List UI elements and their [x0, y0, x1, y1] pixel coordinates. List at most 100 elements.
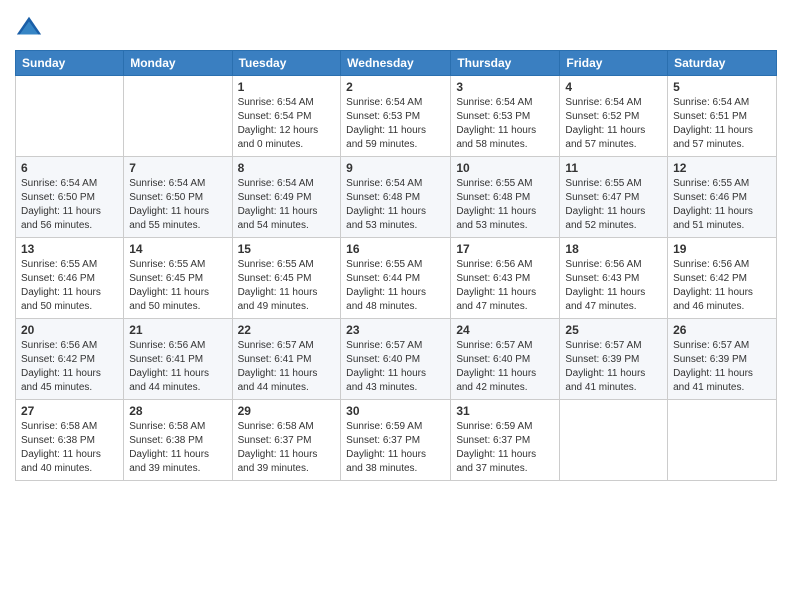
day-detail: Sunrise: 6:56 AMSunset: 6:43 PMDaylight:… — [456, 258, 554, 314]
day-cell: 30Sunrise: 6:59 AMSunset: 6:37 PMDayligh… — [341, 400, 451, 481]
header-cell-sunday: Sunday — [16, 51, 124, 76]
day-cell: 13 Sunrise: 6:55 AMSunset: 6:46 PMDayligh… — [16, 238, 124, 319]
day-number: 7 — [129, 161, 226, 175]
day-detail: Sunrise: 6:58 AMSunset: 6:38 PMDaylight:… — [129, 420, 226, 476]
day-cell: 25Sunrise: 6:57 AMSunset: 6:39 PMDayligh… — [560, 319, 668, 400]
header — [15, 10, 777, 42]
day-detail: Sunrise: 6:57 AMSunset: 6:40 PMDaylight:… — [456, 339, 554, 395]
day-detail: Sunrise: 6:54 AMSunset: 6:53 PMDaylight:… — [346, 96, 445, 152]
day-number: 26 — [673, 323, 771, 337]
day-number: 14 — [129, 242, 226, 256]
day-cell — [16, 76, 124, 157]
day-cell: 27 Sunrise: 6:58 AMSunset: 6:38 PMDayligh… — [16, 400, 124, 481]
day-number: 29 — [238, 404, 336, 418]
day-number: 12 — [673, 161, 771, 175]
day-detail: Sunrise: 6:55 AMSunset: 6:44 PMDaylight:… — [346, 258, 445, 314]
day-cell — [668, 400, 777, 481]
day-number: 30 — [346, 404, 445, 418]
day-number: 11 — [565, 161, 662, 175]
day-cell: 29 Sunrise: 6:58 AMSunset: 6:37 PMDayligh… — [232, 400, 341, 481]
day-cell: 11 Sunrise: 6:55 AMSunset: 6:47 PMDayligh… — [560, 157, 668, 238]
day-cell: 4 Sunrise: 6:54 AMSunset: 6:52 PMDaylight… — [560, 76, 668, 157]
header-cell-saturday: Saturday — [668, 51, 777, 76]
day-cell: 19 Sunrise: 6:56 AMSunset: 6:42 PMDayligh… — [668, 238, 777, 319]
day-cell — [560, 400, 668, 481]
day-number: 28 — [129, 404, 226, 418]
header-cell-friday: Friday — [560, 51, 668, 76]
day-number: 17 — [456, 242, 554, 256]
day-number: 15 — [238, 242, 336, 256]
day-number: 27 — [21, 404, 118, 418]
logo-icon — [15, 14, 43, 42]
day-number: 31 — [456, 404, 554, 418]
day-number: 8 — [238, 161, 336, 175]
day-number: 13 — [21, 242, 118, 256]
day-cell: 21 Sunrise: 6:56 AMSunset: 6:41 PMDayligh… — [124, 319, 232, 400]
day-cell: 15 Sunrise: 6:55 AMSunset: 6:45 PMDayligh… — [232, 238, 341, 319]
header-row: SundayMondayTuesdayWednesdayThursdayFrid… — [16, 51, 777, 76]
day-detail: Sunrise: 6:58 AMSunset: 6:38 PMDaylight:… — [21, 420, 118, 476]
week-row-5: 27 Sunrise: 6:58 AMSunset: 6:38 PMDayligh… — [16, 400, 777, 481]
day-cell: 26 Sunrise: 6:57 AMSunset: 6:39 PMDayligh… — [668, 319, 777, 400]
day-cell: 31Sunrise: 6:59 AMSunset: 6:37 PMDayligh… — [451, 400, 560, 481]
day-number: 3 — [456, 80, 554, 94]
day-cell: 18Sunrise: 6:56 AMSunset: 6:43 PMDayligh… — [560, 238, 668, 319]
day-number: 10 — [456, 161, 554, 175]
day-detail: Sunrise: 6:54 AMSunset: 6:50 PMDaylight:… — [21, 177, 118, 233]
day-cell: 7 Sunrise: 6:54 AMSunset: 6:50 PMDaylight… — [124, 157, 232, 238]
day-detail: Sunrise: 6:56 AMSunset: 6:42 PMDaylight:… — [21, 339, 118, 395]
day-number: 9 — [346, 161, 445, 175]
day-detail: Sunrise: 6:54 AMSunset: 6:52 PMDaylight:… — [565, 96, 662, 152]
day-detail: Sunrise: 6:55 AMSunset: 6:45 PMDaylight:… — [129, 258, 226, 314]
day-detail: Sunrise: 6:56 AMSunset: 6:41 PMDaylight:… — [129, 339, 226, 395]
day-cell: 22 Sunrise: 6:57 AMSunset: 6:41 PMDayligh… — [232, 319, 341, 400]
day-detail: Sunrise: 6:54 AMSunset: 6:54 PMDaylight:… — [238, 96, 336, 152]
day-detail: Sunrise: 6:55 AMSunset: 6:45 PMDaylight:… — [238, 258, 336, 314]
day-detail: Sunrise: 6:57 AMSunset: 6:41 PMDaylight:… — [238, 339, 336, 395]
day-detail: Sunrise: 6:54 AMSunset: 6:53 PMDaylight:… — [456, 96, 554, 152]
day-cell: 5 Sunrise: 6:54 AMSunset: 6:51 PMDaylight… — [668, 76, 777, 157]
day-detail: Sunrise: 6:55 AMSunset: 6:46 PMDaylight:… — [673, 177, 771, 233]
day-cell: 8Sunrise: 6:54 AMSunset: 6:49 PMDaylight… — [232, 157, 341, 238]
day-detail: Sunrise: 6:54 AMSunset: 6:50 PMDaylight:… — [129, 177, 226, 233]
header-cell-tuesday: Tuesday — [232, 51, 341, 76]
day-detail: Sunrise: 6:57 AMSunset: 6:40 PMDaylight:… — [346, 339, 445, 395]
day-number: 5 — [673, 80, 771, 94]
week-row-3: 13 Sunrise: 6:55 AMSunset: 6:46 PMDayligh… — [16, 238, 777, 319]
day-cell: 2Sunrise: 6:54 AMSunset: 6:53 PMDaylight… — [341, 76, 451, 157]
day-cell: 28 Sunrise: 6:58 AMSunset: 6:38 PMDayligh… — [124, 400, 232, 481]
day-detail: Sunrise: 6:56 AMSunset: 6:43 PMDaylight:… — [565, 258, 662, 314]
week-row-2: 6Sunrise: 6:54 AMSunset: 6:50 PMDaylight… — [16, 157, 777, 238]
day-number: 19 — [673, 242, 771, 256]
day-detail: Sunrise: 6:55 AMSunset: 6:46 PMDaylight:… — [21, 258, 118, 314]
day-detail: Sunrise: 6:54 AMSunset: 6:51 PMDaylight:… — [673, 96, 771, 152]
day-number: 4 — [565, 80, 662, 94]
day-number: 21 — [129, 323, 226, 337]
day-detail: Sunrise: 6:57 AMSunset: 6:39 PMDaylight:… — [565, 339, 662, 395]
day-cell: 3 Sunrise: 6:54 AMSunset: 6:53 PMDaylight… — [451, 76, 560, 157]
day-cell: 17 Sunrise: 6:56 AMSunset: 6:43 PMDayligh… — [451, 238, 560, 319]
day-detail: Sunrise: 6:55 AMSunset: 6:48 PMDaylight:… — [456, 177, 554, 233]
day-detail: Sunrise: 6:57 AMSunset: 6:39 PMDaylight:… — [673, 339, 771, 395]
day-cell: 12 Sunrise: 6:55 AMSunset: 6:46 PMDayligh… — [668, 157, 777, 238]
header-cell-monday: Monday — [124, 51, 232, 76]
page: SundayMondayTuesdayWednesdayThursdayFrid… — [0, 0, 792, 612]
week-row-1: 1Sunrise: 6:54 AMSunset: 6:54 PMDaylight… — [16, 76, 777, 157]
day-cell — [124, 76, 232, 157]
day-detail: Sunrise: 6:56 AMSunset: 6:42 PMDaylight:… — [673, 258, 771, 314]
day-cell: 1Sunrise: 6:54 AMSunset: 6:54 PMDaylight… — [232, 76, 341, 157]
day-cell: 6Sunrise: 6:54 AMSunset: 6:50 PMDaylight… — [16, 157, 124, 238]
day-number: 24 — [456, 323, 554, 337]
calendar-table: SundayMondayTuesdayWednesdayThursdayFrid… — [15, 50, 777, 481]
day-number: 22 — [238, 323, 336, 337]
logo — [15, 10, 45, 42]
day-number: 20 — [21, 323, 118, 337]
day-detail: Sunrise: 6:54 AMSunset: 6:48 PMDaylight:… — [346, 177, 445, 233]
day-detail: Sunrise: 6:58 AMSunset: 6:37 PMDaylight:… — [238, 420, 336, 476]
day-number: 23 — [346, 323, 445, 337]
day-number: 16 — [346, 242, 445, 256]
day-cell: 23 Sunrise: 6:57 AMSunset: 6:40 PMDayligh… — [341, 319, 451, 400]
day-detail: Sunrise: 6:55 AMSunset: 6:47 PMDaylight:… — [565, 177, 662, 233]
day-cell: 24 Sunrise: 6:57 AMSunset: 6:40 PMDayligh… — [451, 319, 560, 400]
day-cell: 16 Sunrise: 6:55 AMSunset: 6:44 PMDayligh… — [341, 238, 451, 319]
